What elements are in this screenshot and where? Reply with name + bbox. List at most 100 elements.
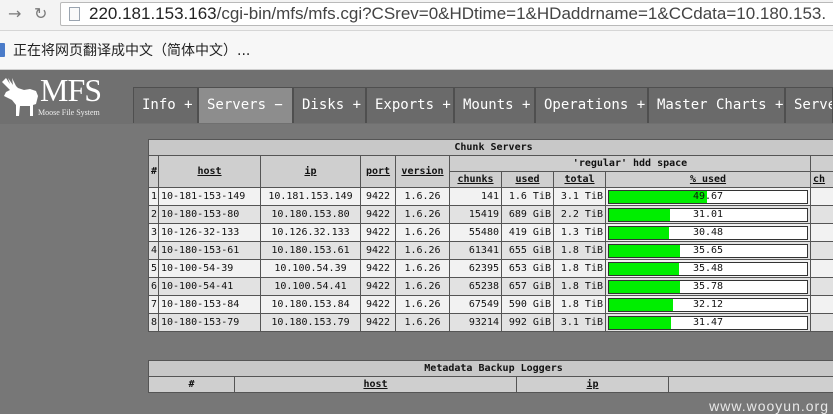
url-host: 220.181.153.163 [89,4,217,23]
usage-bar-label: 35.78 [692,280,724,292]
table-row: 4 10-180-153-61 10.180.153.61 9422 1.6.26 613… [148,241,833,260]
moose-icon [2,78,38,116]
chunk-servers-title: Chunk Servers [148,139,833,156]
cell-host: 10-180-153-79 [158,313,261,332]
watermark: www.wooyun.org [709,398,829,414]
cell-version: 1.6.26 [395,313,450,332]
cell-version: 1.6.26 [395,223,450,242]
cell-used: 689 GiB [501,205,554,224]
cell-version: 1.6.26 [395,241,450,260]
cell-pct-used: 49.67 [605,187,811,206]
cell-used: 1.6 TiB [501,187,554,206]
cell-host: 10-100-54-39 [158,259,261,278]
logo-subtitle: Moose File System [38,108,100,117]
cell-chunks: 15419 [449,205,502,224]
col-port[interactable]: port [360,155,396,188]
col-host[interactable]: host [158,155,261,188]
tab-exports[interactable]: Exports + [366,87,454,123]
cell-pct-used: 31.01 [605,205,811,224]
cell-pct-used: 35.78 [605,277,811,296]
cell-ip: 10.180.153.80 [260,205,361,224]
cell-version: 1.6.26 [395,277,450,296]
cell-next [810,241,833,260]
cell-num: 6 [148,277,159,296]
cell-total: 1.8 TiB [553,295,606,314]
usage-bar: 35.48 [608,261,808,276]
usage-bar-label: 31.47 [692,316,724,328]
usage-bar-label: 35.65 [692,244,724,256]
cell-host: 10-180-153-84 [158,295,261,314]
cell-version: 1.6.26 [395,205,450,224]
col-version[interactable]: version [395,155,450,188]
tab-exports-label: Exports + [375,97,451,113]
cell-num: 1 [148,187,159,206]
mfs-header: MFS Moose File System Info + Servers − D… [0,70,833,124]
cell-total: 1.8 TiB [553,259,606,278]
cell-port: 9422 [360,205,396,224]
logo-text: MFS [40,72,102,108]
col-pct-used[interactable]: % used [605,171,811,188]
cell-pct-used: 35.65 [605,241,811,260]
tab-disks[interactable]: Disks + [293,87,366,123]
cell-next [810,223,833,242]
cell-pct-used: 32.12 [605,295,811,314]
cell-chunks: 62395 [449,259,502,278]
col-used[interactable]: used [501,171,554,188]
cell-num: 8 [148,313,159,332]
reload-icon[interactable]: ↻ [34,4,47,23]
address-bar[interactable]: 220.181.153.163/cgi-bin/mfs/mfs.cgi?CSre… [60,2,833,26]
cell-used: 657 GiB [501,277,554,296]
cell-num: 7 [148,295,159,314]
translate-icon [0,43,5,57]
tab-mounts[interactable]: Mounts + [454,87,535,123]
cell-host: 10-180-153-61 [158,241,261,260]
usage-bar-label: 31.01 [692,208,724,220]
cell-pct-used: 30.48 [605,223,811,242]
col-total[interactable]: total [553,171,606,188]
cell-next [810,277,833,296]
cell-version: 1.6.26 [395,187,450,206]
forward-arrow-icon[interactable]: → [8,4,21,23]
usage-bar: 30.48 [608,225,808,240]
cell-num: 4 [148,241,159,260]
cell-chunks: 93214 [449,313,502,332]
tab-operations[interactable]: Operations + [535,87,648,123]
cell-port: 9422 [360,277,396,296]
cell-pct-used: 35.48 [605,259,811,278]
col-ip[interactable]: ip [260,155,361,188]
usage-bar: 49.67 [608,189,808,204]
tab-master-charts-label: Master Charts + [657,97,784,113]
cell-host: 10-180-153-80 [158,205,261,224]
usage-bar-label: 32.12 [692,298,724,310]
cell-chunks: 65238 [449,277,502,296]
col-next-group [810,155,833,172]
table-row: 8 10-180-153-79 10.180.153.79 9422 1.6.26 932… [148,313,833,332]
ml-col-ip[interactable]: ip [516,376,669,393]
col-next[interactable]: ch [810,171,833,188]
table-row: 2 10-180-153-80 10.180.153.80 9422 1.6.26 154… [148,205,833,224]
ml-col-host[interactable]: host [234,376,517,393]
cell-ip: 10.100.54.39 [260,259,361,278]
page-icon [69,7,80,21]
cell-used: 590 GiB [501,295,554,314]
browser-toolbar: → ↻ 220.181.153.163/cgi-bin/mfs/mfs.cgi?… [0,0,833,31]
usage-bar: 31.01 [608,207,808,222]
tab-info[interactable]: Info + [133,87,198,123]
cell-ip: 10.180.153.84 [260,295,361,314]
main-content: Chunk Servers # host ip port version 're… [0,124,833,414]
cell-chunks: 55480 [449,223,502,242]
tab-servers-charts[interactable]: Serve [785,87,833,123]
cell-total: 1.3 TiB [553,223,606,242]
tab-info-label: Info + [142,97,193,113]
cell-used: 655 GiB [501,241,554,260]
col-chunks[interactable]: chunks [449,171,502,188]
tab-master-charts[interactable]: Master Charts + [648,87,785,123]
cell-chunks: 141 [449,187,502,206]
url-text[interactable]: 220.181.153.163/cgi-bin/mfs/mfs.cgi?CSre… [89,4,826,24]
tab-servers[interactable]: Servers − [198,87,293,123]
tab-servers-charts-label: Serve [794,97,833,113]
cell-chunks: 61341 [449,241,502,260]
cell-ip: 10.100.54.41 [260,277,361,296]
cell-next [810,259,833,278]
usage-bar-label: 30.48 [692,226,724,238]
